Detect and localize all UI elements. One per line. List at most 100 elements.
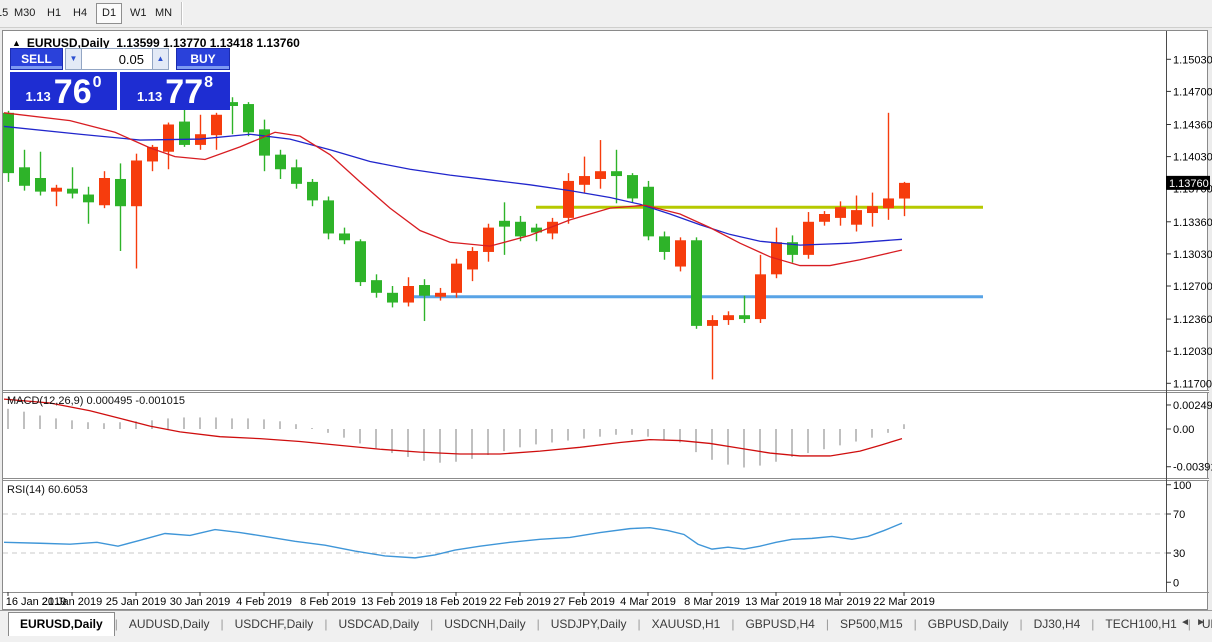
- candle-body: [291, 167, 302, 184]
- candle-body: [851, 210, 862, 225]
- volume-increase-icon[interactable]: ▲: [152, 48, 169, 70]
- chart-tab-usdjpy-daily[interactable]: USDJPY,Daily: [540, 613, 638, 635]
- buy-quote-panel[interactable]: 1.13 77 8: [120, 72, 230, 110]
- price-axis-label: 1.13030: [1173, 249, 1212, 261]
- candle-body: [611, 171, 622, 176]
- candle-body: [387, 293, 398, 303]
- candle-body: [803, 222, 814, 255]
- candle-body: [835, 207, 846, 218]
- candle-body: [659, 236, 670, 252]
- timeframe-button-15[interactable]: 15: [0, 0, 8, 27]
- date-axis-label: 8 Mar 2019: [684, 596, 740, 608]
- sell-button[interactable]: SELL: [10, 48, 63, 70]
- buy-button[interactable]: BUY: [176, 48, 230, 70]
- candle-body: [499, 221, 510, 227]
- timeframe-button-h4[interactable]: H4: [73, 0, 87, 27]
- date-axis-label: 22 Feb 2019: [489, 596, 551, 608]
- chart-tab-gbpusd-daily[interactable]: GBPUSD,Daily: [917, 613, 1020, 635]
- chart-tab-dj30-h4[interactable]: DJ30,H4: [1023, 613, 1092, 635]
- candle-body: [675, 240, 686, 266]
- price-axis-label: 1.14030: [1173, 152, 1212, 164]
- date-axis-label: 30 Jan 2019: [170, 596, 231, 608]
- candle-body: [755, 274, 766, 319]
- volume-input[interactable]: [82, 48, 152, 70]
- buy-price-prefix: 1.13: [137, 89, 162, 104]
- timeframe-toolbar: 15 M30 H1 H4 D1 W1 MN: [0, 0, 1212, 28]
- candle-body: [211, 115, 222, 135]
- collapse-triangle-icon[interactable]: ▲: [12, 38, 21, 48]
- sell-price-prefix: 1.13: [25, 89, 50, 104]
- candle-body: [867, 206, 878, 213]
- candle-body: [419, 285, 430, 296]
- candle-body: [35, 178, 46, 192]
- candle-body: [51, 188, 62, 192]
- candle-body: [579, 176, 590, 185]
- candle-body: [627, 175, 638, 198]
- chart-tab-sp500-m15[interactable]: SP500,M15: [829, 613, 914, 635]
- chart-frame-bg: [3, 31, 1208, 610]
- candle-body: [371, 280, 382, 293]
- date-axis-label: 13 Mar 2019: [745, 596, 807, 608]
- candle-body: [435, 293, 446, 297]
- candle-body: [67, 189, 78, 194]
- candle-body: [19, 167, 30, 185]
- current-price-tag-label: 1.13760: [1169, 178, 1209, 190]
- candle-body: [483, 228, 494, 252]
- candle-body: [643, 187, 654, 237]
- candle-body: [179, 122, 190, 145]
- date-axis-label: 4 Mar 2019: [620, 596, 676, 608]
- candle-body: [323, 200, 334, 233]
- candle-body: [403, 286, 414, 303]
- rsi-axis-label: 30: [1173, 548, 1185, 560]
- macd-indicator-label: MACD(12,26,9) 0.000495 -0.001015: [7, 395, 185, 407]
- candle-body: [259, 129, 270, 155]
- candle-body: [99, 178, 110, 205]
- sell-quote-panel[interactable]: 1.13 76 0: [10, 72, 117, 110]
- rsi-axis-label: 0: [1173, 577, 1179, 589]
- chart-tab-gbpusd-h4[interactable]: GBPUSD,H4: [734, 613, 825, 635]
- candle-body: [83, 195, 94, 203]
- price-axis-label: 1.14700: [1173, 86, 1212, 98]
- buy-price-pip: 8: [204, 74, 213, 92]
- chart-tab-usdcnh-daily[interactable]: USDCNH,Daily: [433, 613, 536, 635]
- candle-body: [899, 183, 910, 199]
- chart-tab-xauusd-h1[interactable]: XAUUSD,H1: [641, 613, 732, 635]
- price-axis-label: 1.12030: [1173, 346, 1212, 358]
- candle-body: [131, 160, 142, 206]
- timeframe-button-m30[interactable]: M30: [14, 0, 35, 27]
- timeframe-button-mn[interactable]: MN: [155, 0, 172, 27]
- chart-tab-tech100-h1[interactable]: TECH100,H1: [1094, 613, 1187, 635]
- rsi-axis-label: 70: [1173, 509, 1185, 521]
- date-axis-label: 8 Feb 2019: [300, 596, 356, 608]
- chart-tab-bar: EURUSD,Daily|AUDUSD,Daily|USDCHF,Daily|U…: [0, 610, 1212, 642]
- candle-body: [515, 222, 526, 237]
- rsi-indicator-label: RSI(14) 60.6053: [7, 484, 88, 496]
- candle-body: [115, 179, 126, 206]
- date-axis-label: 18 Mar 2019: [809, 596, 871, 608]
- toolbar-separator: [181, 2, 182, 25]
- date-axis-label: 21 Jan 2019: [42, 596, 103, 608]
- candle-body: [355, 241, 366, 282]
- volume-decrease-icon[interactable]: ▼: [65, 48, 82, 70]
- chart-tab-usdcad-daily[interactable]: USDCAD,Daily: [327, 613, 430, 635]
- date-axis-label: 25 Jan 2019: [106, 596, 167, 608]
- price-axis-label: 1.11700: [1173, 378, 1212, 390]
- date-axis-label: 27 Feb 2019: [553, 596, 615, 608]
- candle-body: [243, 104, 254, 132]
- macd-axis-label: 0.00: [1173, 424, 1194, 436]
- candle-body: [275, 155, 286, 170]
- chart-tab-eurusd-daily[interactable]: EURUSD,Daily: [8, 612, 115, 636]
- tabs-scroll-left-icon[interactable]: ◄: [1180, 617, 1190, 628]
- timeframe-button-h1[interactable]: H1: [47, 0, 61, 27]
- candle-body: [723, 315, 734, 320]
- timeframe-button-w1[interactable]: W1: [130, 0, 147, 27]
- chart-tab-audusd-daily[interactable]: AUDUSD,Daily: [118, 613, 221, 635]
- mt4-window: 1.150301.147001.143601.140301.137001.133…: [0, 0, 1212, 642]
- candle-body: [467, 251, 478, 269]
- timeframe-button-d1[interactable]: D1: [96, 3, 122, 24]
- candle-body: [819, 214, 830, 222]
- tabs-scroll-right-icon[interactable]: ►: [1196, 617, 1206, 628]
- chart-tab-usdchf-daily[interactable]: USDCHF,Daily: [224, 613, 325, 635]
- candle-body: [563, 181, 574, 218]
- candle-body: [163, 124, 174, 151]
